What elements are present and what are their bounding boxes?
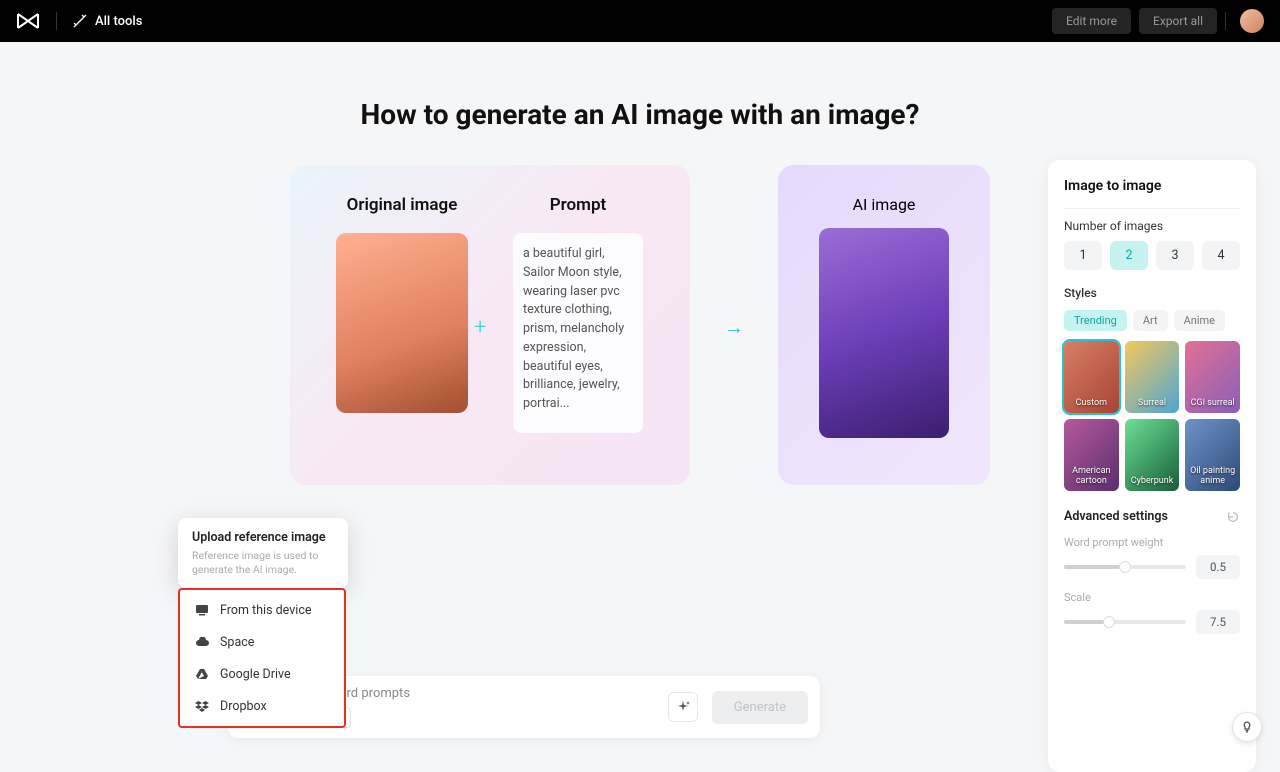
original-image-thumb bbox=[336, 233, 468, 413]
scale-label: Scale bbox=[1064, 591, 1240, 604]
all-tools-label: All tools bbox=[95, 14, 142, 29]
menu-label: Space bbox=[220, 635, 254, 650]
sparkle-icon bbox=[675, 699, 691, 715]
upload-source-menu: From this device Space Google Drive Drop… bbox=[178, 588, 346, 728]
style-cyberpunk[interactable]: Cyberpunk bbox=[1125, 419, 1180, 491]
style-tab-art[interactable]: Art bbox=[1133, 310, 1168, 331]
avatar[interactable] bbox=[1240, 9, 1264, 33]
ai-image-thumb bbox=[819, 228, 949, 438]
panel-title: Image to image bbox=[1064, 178, 1240, 194]
dropbox-icon bbox=[194, 698, 210, 714]
style-tab-trending[interactable]: Trending bbox=[1064, 310, 1127, 331]
original-image-heading: Original image bbox=[347, 195, 458, 215]
style-grid: Custom Surreal CGI surreal American cart… bbox=[1064, 341, 1240, 491]
ai-image-heading: AI image bbox=[853, 195, 916, 214]
header: All tools Edit more Export all bbox=[0, 0, 1280, 42]
prompt-heading: Prompt bbox=[550, 195, 606, 215]
advanced-label: Advanced settings bbox=[1064, 509, 1168, 524]
upload-from-device[interactable]: From this device bbox=[180, 594, 344, 626]
gdrive-icon bbox=[194, 666, 210, 682]
style-custom[interactable]: Custom bbox=[1064, 341, 1119, 413]
num-images-row: 1 2 3 4 bbox=[1064, 241, 1240, 270]
divider bbox=[56, 12, 57, 30]
word-weight-value[interactable]: 0.5 bbox=[1196, 555, 1240, 579]
style-tabs: Trending Art Anime bbox=[1064, 310, 1240, 331]
example-card-output: AI image bbox=[778, 165, 990, 485]
style-american-cartoon[interactable]: American cartoon bbox=[1064, 419, 1119, 491]
upload-space[interactable]: Space bbox=[180, 626, 344, 658]
num-option-2[interactable]: 2 bbox=[1110, 241, 1148, 270]
advanced-settings-header: Advanced settings bbox=[1064, 509, 1240, 524]
divider bbox=[1064, 208, 1240, 209]
num-option-4[interactable]: 4 bbox=[1202, 241, 1240, 270]
word-weight-label: Word prompt weight bbox=[1064, 536, 1240, 549]
upload-dropbox[interactable]: Dropbox bbox=[180, 690, 344, 722]
num-option-1[interactable]: 1 bbox=[1064, 241, 1102, 270]
menu-label: Google Drive bbox=[220, 667, 291, 682]
upload-tooltip: Upload reference image Reference image i… bbox=[178, 518, 348, 588]
cloud-icon bbox=[194, 634, 210, 650]
prompt-placeholder: Enter word prompts bbox=[296, 686, 654, 701]
num-images-label: Number of images bbox=[1064, 219, 1240, 233]
menu-label: From this device bbox=[220, 603, 312, 618]
scale-value[interactable]: 7.5 bbox=[1196, 610, 1240, 634]
example-card-input: Original image + Prompt a beautiful girl… bbox=[290, 165, 690, 485]
scale-slider[interactable] bbox=[1064, 620, 1186, 624]
wand-icon bbox=[73, 14, 87, 28]
menu-label: Dropbox bbox=[220, 699, 267, 714]
enhance-prompt-button[interactable] bbox=[668, 692, 698, 722]
help-button[interactable] bbox=[1232, 712, 1262, 742]
upload-google-drive[interactable]: Google Drive bbox=[180, 658, 344, 690]
upload-tooltip-title: Upload reference image bbox=[192, 530, 334, 545]
device-icon bbox=[194, 602, 210, 618]
all-tools-button[interactable]: All tools bbox=[73, 14, 142, 29]
upload-tooltip-sub: Reference image is used to generate the … bbox=[192, 549, 334, 576]
page-title: How to generate an AI image with an imag… bbox=[0, 98, 1280, 131]
style-tab-anime[interactable]: Anime bbox=[1174, 310, 1225, 331]
styles-label: Styles bbox=[1064, 286, 1240, 300]
settings-panel: Image to image Number of images 1 2 3 4 … bbox=[1048, 160, 1256, 772]
style-oil-painting-anime[interactable]: Oil painting anime bbox=[1185, 419, 1240, 491]
arrow-icon: → bbox=[724, 315, 744, 340]
num-option-3[interactable]: 3 bbox=[1156, 241, 1194, 270]
main: How to generate an AI image with an imag… bbox=[0, 98, 1280, 758]
style-cgi-surreal[interactable]: CGI surreal bbox=[1185, 341, 1240, 413]
export-all-button[interactable]: Export all bbox=[1139, 8, 1217, 34]
bulb-icon bbox=[1240, 720, 1254, 734]
edit-more-button[interactable]: Edit more bbox=[1052, 8, 1131, 34]
word-weight-slider[interactable] bbox=[1064, 565, 1186, 569]
logo bbox=[16, 12, 40, 30]
divider bbox=[1225, 12, 1226, 30]
prompt-input[interactable]: Enter word prompts Custom bbox=[296, 686, 654, 728]
reset-icon[interactable] bbox=[1226, 510, 1240, 524]
plus-icon: + bbox=[474, 315, 486, 340]
prompt-text: a beautiful girl, Sailor Moon style, wea… bbox=[513, 233, 643, 433]
style-surreal[interactable]: Surreal bbox=[1125, 341, 1180, 413]
generate-button[interactable]: Generate bbox=[712, 691, 808, 724]
